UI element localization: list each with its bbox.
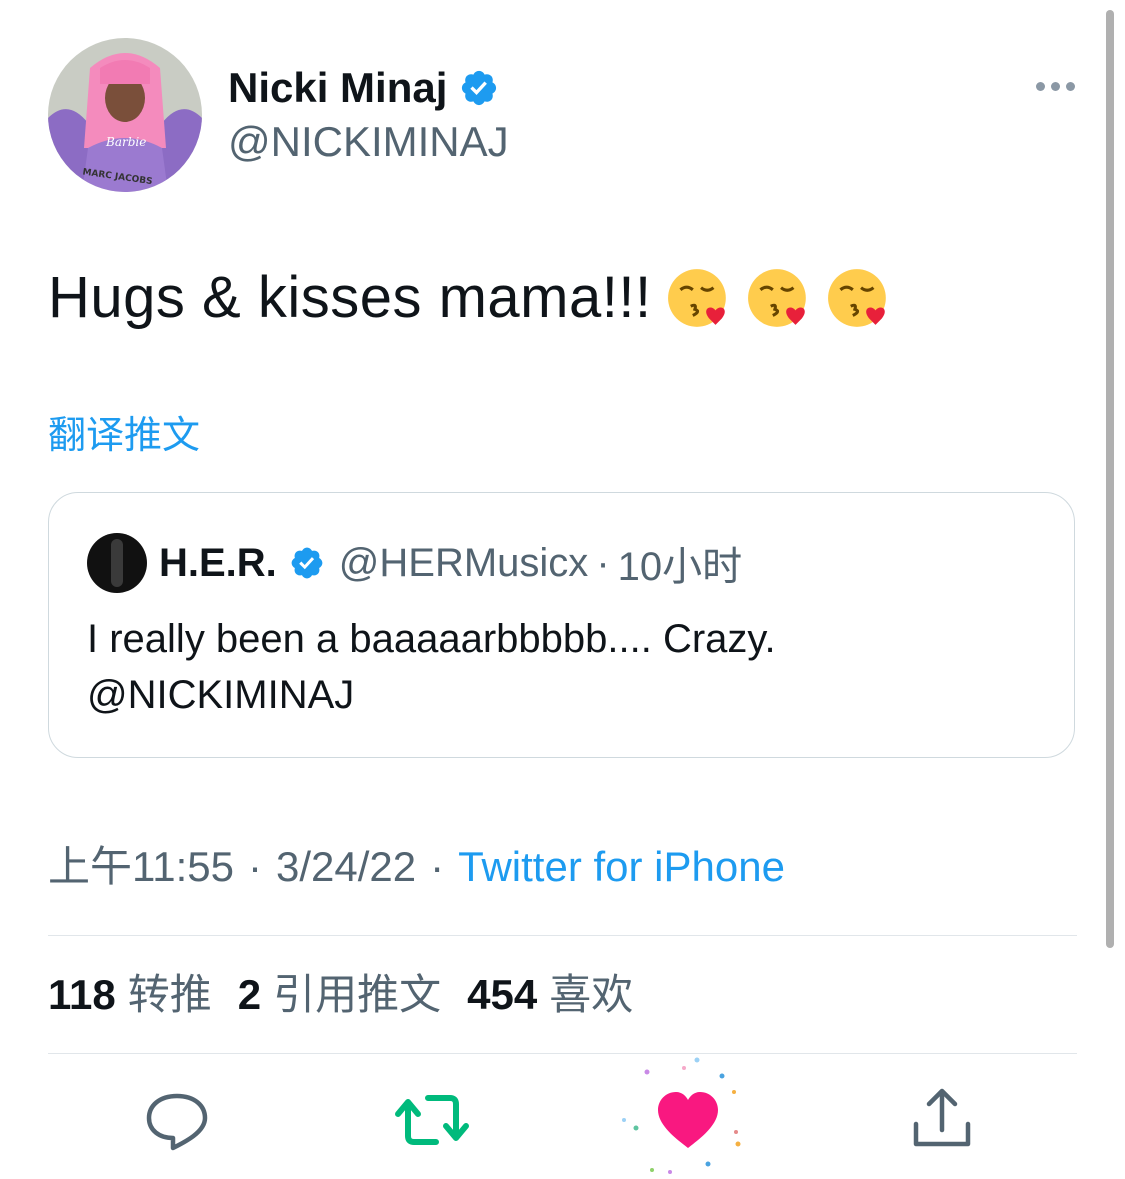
- more-options-icon[interactable]: [1033, 76, 1077, 96]
- kissing-face-emoji-icon: [747, 269, 806, 327]
- like-icon[interactable]: [648, 1080, 728, 1160]
- quoted-tweet-time: 10小时: [617, 545, 743, 589]
- tweet-header: Barbie MARC JACOBS Nicki Minaj @NICKIMIN…: [48, 38, 1077, 192]
- quoted-author-handle: @HERMusicx: [338, 540, 589, 585]
- separator-dot: ·: [596, 540, 610, 585]
- reply-icon[interactable]: [137, 1080, 217, 1160]
- divider: [48, 935, 1077, 936]
- separator-dot: ·: [248, 843, 262, 890]
- quoted-tweet-header: H.E.R. @HERMusicx · 10小时: [87, 533, 743, 593]
- author-handle[interactable]: @NICKIMINAJ: [228, 116, 509, 168]
- tweet-text: Hugs & kisses mama!!!: [48, 265, 652, 330]
- quoted-tweet-text: I really been a baaaaarbbbbb.... Crazy. …: [87, 617, 776, 717]
- quoted-author-avatar: [87, 533, 147, 593]
- verified-badge-icon: [462, 70, 497, 106]
- retweets-stat[interactable]: 118 转推: [48, 968, 212, 1022]
- tweet-meta: 上午11:55 · 3/24/22 · Twitter for iPhone: [48, 840, 785, 894]
- tweet-date: 3/24/22: [276, 843, 417, 890]
- verified-badge-icon: [291, 547, 323, 579]
- tweet-source-link[interactable]: Twitter for iPhone: [458, 840, 785, 894]
- tweet-stats: 118 转推 2 引用推文 454 喜欢: [48, 968, 633, 1022]
- retweet-icon[interactable]: [392, 1080, 472, 1160]
- quotes-stat[interactable]: 2 引用推文: [238, 968, 441, 1022]
- tweet-actions: [0, 1057, 1125, 1174]
- translate-tweet-link[interactable]: 翻译推文: [48, 412, 200, 460]
- likes-stat[interactable]: 454 喜欢: [467, 968, 633, 1022]
- divider: [48, 1053, 1077, 1054]
- scrollbar[interactable]: [1106, 10, 1114, 948]
- kissing-face-emoji-icon: [827, 269, 886, 327]
- kissing-face-emoji-icon: [667, 269, 726, 327]
- author-name-row: Nicki Minaj: [228, 62, 499, 114]
- author-name[interactable]: Nicki Minaj: [228, 62, 447, 114]
- quoted-author-name: H.E.R.: [159, 540, 277, 585]
- avatar-image: Barbie MARC JACOBS: [48, 38, 202, 192]
- separator-dot: ·: [430, 843, 445, 890]
- tweet-time: 上午11:55: [48, 843, 234, 890]
- author-avatar[interactable]: Barbie MARC JACOBS: [48, 38, 202, 192]
- share-icon[interactable]: [902, 1080, 982, 1160]
- avatar-barbie-text: Barbie: [105, 135, 146, 149]
- tweet-body: Hugs & kisses mama!!!: [48, 262, 892, 334]
- quoted-tweet[interactable]: H.E.R. @HERMusicx · 10小时 I really been a…: [48, 492, 1075, 758]
